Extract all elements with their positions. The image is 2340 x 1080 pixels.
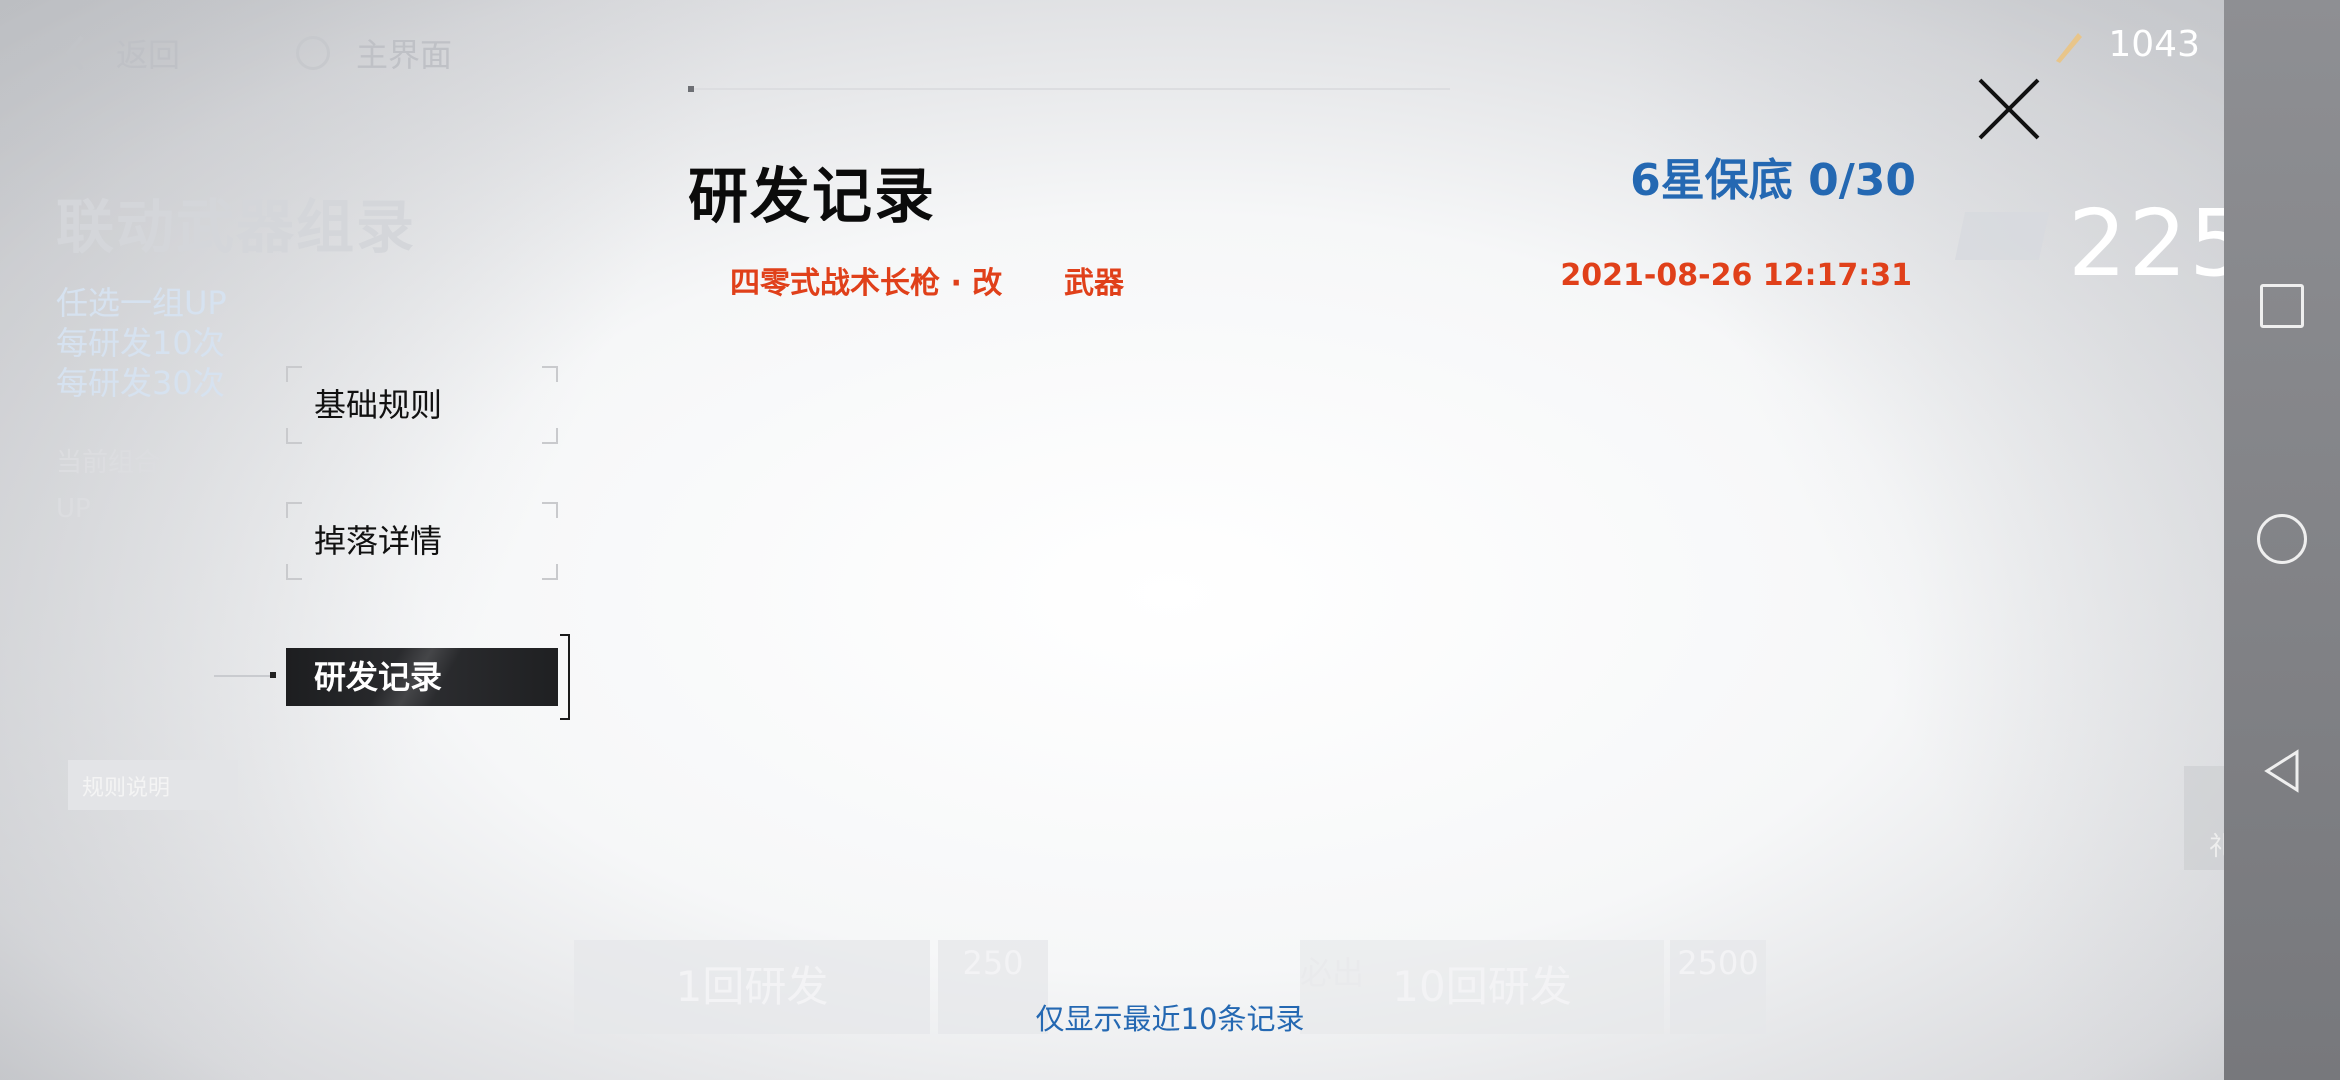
record-row: 四零式战术长枪 · 改 武器 2021-08-26 12:17:31 — [730, 258, 1912, 301]
pity-counter: 6星保底 0/30 — [1630, 155, 1916, 206]
panel-title: 研发记录 — [688, 162, 936, 232]
background-title: 联动武器组录 — [56, 193, 417, 261]
tab-label: 研发记录 — [314, 658, 443, 696]
records-footer-note: 仅显示最近10条记录 — [1035, 1002, 1305, 1036]
chevron-left-icon — [65, 35, 84, 71]
ticket-icon — [1954, 212, 2050, 260]
system-nav-bar — [2224, 0, 2340, 1080]
active-tab-bracket — [560, 634, 570, 720]
back-label: 返回 — [116, 36, 181, 74]
nav-home-icon[interactable] — [2257, 514, 2307, 564]
crystal-counter: 1043 — [2042, 24, 2200, 65]
background-line: 每研发30次 — [56, 364, 225, 402]
home-circle-icon — [296, 36, 330, 70]
panel-divider-dot — [688, 86, 694, 92]
background-rules-button: 规则说明 — [68, 760, 238, 810]
home-button[interactable]: 主界面 — [296, 28, 452, 78]
tab-drop-details[interactable]: 掉落详情 — [286, 502, 558, 580]
tab-draw-records[interactable]: 研发记录 — [286, 648, 558, 706]
tab-connector — [214, 675, 274, 677]
nav-recents-icon[interactable] — [2260, 284, 2304, 328]
tab-basic-rules[interactable]: 基础规则 — [286, 366, 558, 444]
background-current-label: 当前组合 — [56, 448, 161, 478]
tab-label: 基础规则 — [314, 386, 443, 424]
background-up-label: UP — [56, 494, 91, 524]
back-button[interactable]: 返回 — [60, 28, 180, 78]
crystal-icon — [2056, 32, 2083, 63]
record-timestamp: 2021-08-26 12:17:31 — [1560, 258, 1912, 293]
close-icon[interactable] — [1974, 74, 2044, 144]
tab-connector-dot — [270, 672, 276, 678]
panel-divider — [690, 88, 1450, 90]
nav-back-icon[interactable] — [2257, 746, 2307, 796]
record-item-type: 武器 — [1064, 266, 1124, 301]
record-item-name: 四零式战术长枪 · 改 — [730, 266, 1003, 301]
home-label: 主界面 — [356, 36, 453, 74]
crystal-count: 1043 — [2108, 24, 2200, 65]
tab-label: 掉落详情 — [314, 522, 443, 560]
